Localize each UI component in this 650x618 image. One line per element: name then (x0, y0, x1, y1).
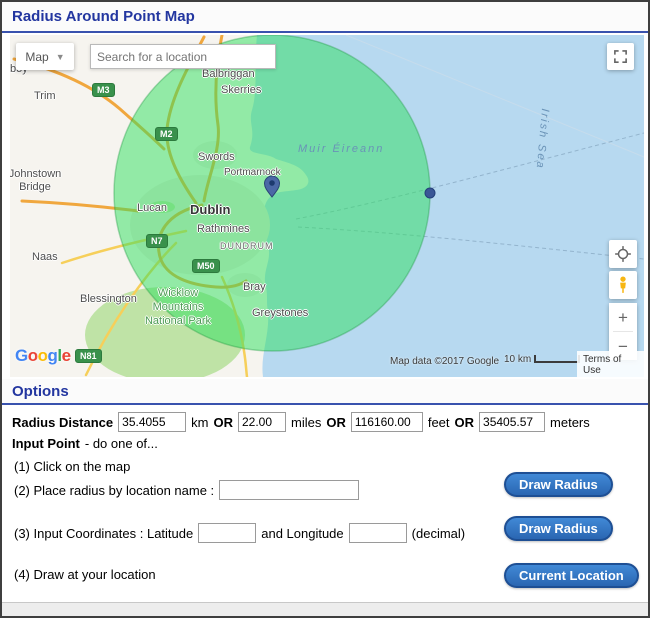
option-1-label: (1) Click on the map (14, 459, 131, 474)
longitude-label: and Longitude (261, 525, 344, 541)
option-3-row: (3) Input Coordinates : Latitude and Lon… (14, 523, 465, 543)
road-badge-m50: M50 (192, 259, 220, 273)
radius-resize-handle[interactable] (424, 187, 436, 199)
or-label-1: OR (213, 414, 234, 430)
latitude-input[interactable] (198, 523, 257, 543)
option-4-label: (4) Draw at your location (14, 567, 156, 582)
option-1-row: (1) Click on the map (14, 459, 130, 474)
radius-distance-label: Radius Distance (12, 414, 114, 430)
page-header: Radius Around Point Map (2, 2, 648, 33)
longitude-input[interactable] (348, 523, 407, 543)
draw-radius-button-2[interactable]: Draw Radius (504, 516, 613, 541)
option-2-row: (2) Place radius by location name : (14, 480, 360, 500)
scale-bar (534, 355, 580, 363)
map-canvas[interactable]: boy Trim Balbriggan Skerries Johnstown B… (10, 35, 644, 377)
option-4-row: (4) Draw at your location (14, 567, 156, 582)
draw-radius-button-1[interactable]: Draw Radius (504, 472, 613, 497)
search-box (90, 44, 276, 69)
radius-meters-input[interactable] (479, 412, 546, 432)
road-badge-n81: N81 (75, 349, 102, 363)
fullscreen-button[interactable] (607, 43, 634, 70)
radius-miles-input[interactable] (238, 412, 286, 432)
option-2-label: (2) Place radius by location name : (14, 482, 215, 498)
road-badge-m3: M3 (92, 83, 115, 97)
road-badge-m2: M2 (155, 127, 178, 141)
current-location-button[interactable]: Current Location (504, 563, 639, 588)
zoom-in-button[interactable]: + (609, 303, 637, 331)
input-point-instruction: - do one of... (84, 436, 158, 451)
footer-strip (2, 602, 648, 616)
input-point-row: Input Point - do one of... (12, 436, 158, 451)
options-header: Options (2, 379, 648, 405)
scale-label: 10 km (504, 354, 532, 365)
map-attribution: Map data ©2017 Google (390, 356, 500, 367)
road-badge-n7: N7 (146, 234, 168, 248)
or-label-2: OR (326, 414, 346, 430)
feet-unit-label: feet (427, 414, 450, 430)
search-input[interactable] (90, 44, 276, 69)
my-location-button[interactable] (609, 240, 637, 268)
pegman-icon (620, 276, 626, 293)
radius-map-page: Radius Around Point Map Trim Balbriggan … (0, 0, 650, 618)
fullscreen-icon (614, 50, 627, 63)
terms-of-use-link[interactable]: Terms of Use (577, 351, 644, 377)
my-location-icon (615, 246, 631, 262)
meters-unit-label: meters (550, 414, 590, 430)
chevron-down-icon: ▼ (55, 51, 65, 62)
or-label-3: OR (454, 414, 475, 430)
input-point-label: Input Point (12, 436, 80, 451)
options-title: Options (12, 383, 69, 400)
pegman-button[interactable] (609, 271, 637, 299)
radius-km-input[interactable] (118, 412, 187, 432)
map-type-button[interactable]: Map ▼ (16, 43, 74, 70)
radius-distance-row: Radius Distance km OR miles OR feet OR m… (12, 412, 590, 432)
google-logo[interactable]: Google (15, 346, 71, 366)
decimal-hint-label: (decimal) (411, 525, 466, 541)
km-unit-label: km (191, 414, 209, 430)
location-name-input[interactable] (219, 480, 360, 500)
page-title: Radius Around Point Map (12, 8, 195, 25)
option-3-label: (3) Input Coordinates : Latitude (14, 525, 194, 541)
map-type-label: Map (25, 49, 49, 64)
miles-unit-label: miles (291, 414, 322, 430)
radius-feet-input[interactable] (350, 412, 423, 432)
